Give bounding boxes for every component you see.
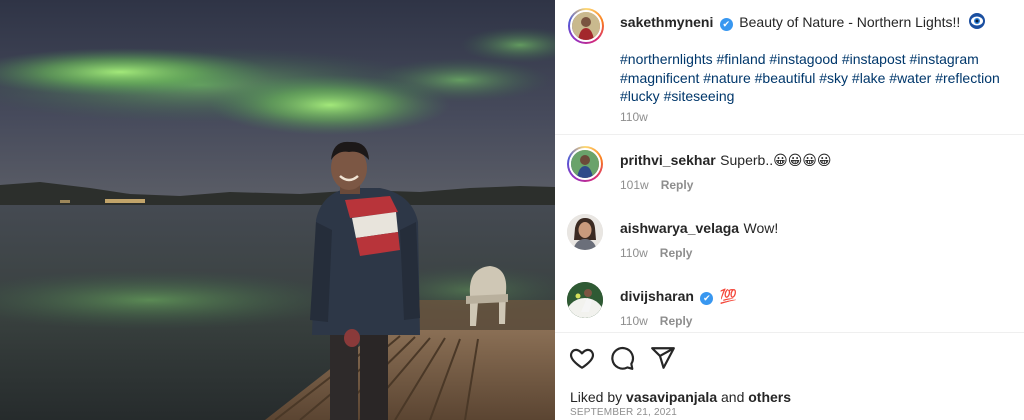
caption-timestamp: 110w <box>620 110 648 124</box>
author-avatar-image <box>572 12 600 40</box>
caption-divider <box>555 134 1024 135</box>
comment-timestamp: 110w <box>620 314 648 328</box>
post-details-panel: sakethmyneni ✔ Beauty of Nature - Northe… <box>555 0 1024 420</box>
heart-icon[interactable] <box>569 345 595 371</box>
commenter-avatar[interactable] <box>567 146 603 182</box>
liked-by-user[interactable]: vasavipanjala <box>626 389 717 405</box>
post-date: SEPTEMBER 21, 2021 <box>570 407 677 418</box>
commenter-username[interactable]: prithvi_sekhar <box>620 152 716 168</box>
author-username[interactable]: sakethmyneni <box>620 14 713 30</box>
comment-line: aishwarya_velaga Wow! <box>620 220 778 238</box>
liked-by-others[interactable]: others <box>748 389 791 405</box>
comment-item: prithvi_sekhar Superb..😀😀😀😀 101w Reply <box>567 146 1012 202</box>
comment-item: aishwarya_velaga Wow! 110w Reply <box>567 214 1012 270</box>
commenter-avatar[interactable] <box>567 282 603 318</box>
post-actions <box>569 345 686 371</box>
verified-badge-icon: ✔ <box>700 292 714 305</box>
commenter-username[interactable]: divijsharan <box>620 288 694 304</box>
comment-meta: 110w Reply <box>620 246 692 260</box>
commenter-username[interactable]: aishwarya_velaga <box>620 220 739 236</box>
comment-timestamp: 101w <box>620 178 649 192</box>
commenter-avatar-image <box>567 214 603 250</box>
liked-by: Liked by vasavipanjala and others <box>570 389 791 405</box>
comment-item: divijsharan ✔ 💯 110w Reply <box>567 282 1012 338</box>
reply-button[interactable]: Reply <box>661 178 694 192</box>
comment-meta: 101w Reply <box>620 178 693 192</box>
caption-hashtags[interactable]: #northernlights #finland #instagood #ins… <box>620 50 1015 106</box>
northern-lights-photo <box>0 0 555 420</box>
liked-by-joiner: and <box>721 389 745 405</box>
commenter-avatar-image <box>571 150 599 178</box>
comment-line: prithvi_sekhar Superb..😀😀😀😀 <box>620 152 831 170</box>
reply-button[interactable]: Reply <box>660 314 693 328</box>
caption-text: Beauty of Nature - Northern Lights!! <box>739 14 961 30</box>
comment-meta: 110w Reply <box>620 314 692 328</box>
share-icon[interactable] <box>650 345 676 371</box>
author-avatar[interactable] <box>568 8 604 44</box>
caption-line: sakethmyneni ✔ Beauty of Nature - Northe… <box>620 12 1015 35</box>
commenter-avatar-image <box>567 282 603 318</box>
reply-button[interactable]: Reply <box>660 246 693 260</box>
comment-text: 💯 <box>719 288 738 304</box>
post-photo[interactable] <box>0 0 555 420</box>
comment-line: divijsharan ✔ 💯 <box>620 288 737 306</box>
verified-badge-icon: ✔ <box>719 18 733 31</box>
liked-by-prefix: Liked by <box>570 389 623 405</box>
comment-icon[interactable] <box>609 345 635 371</box>
comment-text: Superb..😀😀😀😀 <box>720 152 832 168</box>
comment-text: Wow! <box>743 220 779 236</box>
comment-timestamp: 110w <box>620 246 648 260</box>
commenter-avatar[interactable] <box>567 214 603 250</box>
actions-divider <box>555 332 1024 333</box>
eye-emoji-icon <box>968 12 986 35</box>
